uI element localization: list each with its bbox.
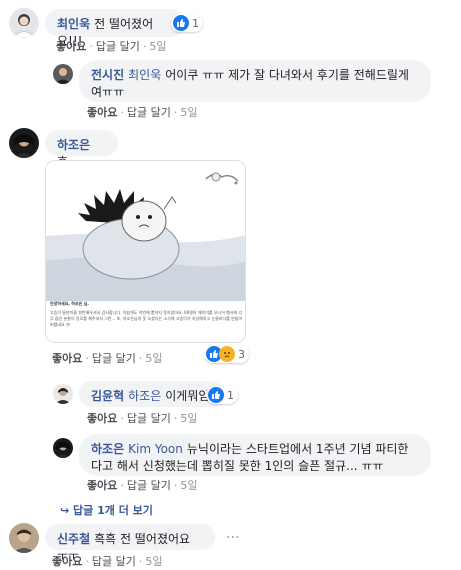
avatar[interactable] — [9, 128, 39, 158]
timestamp[interactable]: 5일 — [180, 412, 197, 425]
like-button[interactable]: 좋아요 — [87, 479, 117, 492]
like-button[interactable]: 좋아요 — [87, 412, 117, 425]
timestamp[interactable]: 5일 — [145, 555, 162, 568]
timestamp[interactable]: 5일 — [145, 352, 162, 365]
separator: · — [173, 479, 178, 492]
reply-button[interactable]: 답글 달기 — [127, 106, 171, 119]
reaction-count[interactable]: 3 — [204, 345, 249, 363]
separator: · — [120, 479, 124, 492]
image-caption: 안녕하세요, 하조은 님. 고슴이 들판마을 원반배우셔서 감사합니다. 아쉽게… — [50, 301, 243, 328]
like-button[interactable]: 좋아요 — [52, 555, 82, 568]
view-more-replies-link[interactable]: ↪ 답글 1개 더 보기 — [60, 502, 153, 518]
comment-author[interactable]: 최인욱 — [57, 17, 90, 31]
comment-text: 이게뭐임 — [165, 389, 210, 403]
separator: · — [85, 352, 89, 365]
hedgehog-illustration — [46, 161, 245, 301]
separator: · — [120, 412, 124, 425]
reply-button[interactable]: 답글 달기 — [127, 412, 171, 425]
sad-face-icon — [219, 346, 235, 362]
comment-bubble: 하조은 Kim Yoon 뉴닉이라는 스타트업에서 1주년 기념 파티한다고 해서 … — [79, 434, 431, 476]
reply-arrow-icon: ↪ — [60, 504, 74, 517]
reaction-count[interactable]: 1 — [171, 14, 203, 32]
like-icon — [208, 387, 224, 403]
comment-author[interactable]: 전시진 — [91, 68, 124, 82]
separator: · — [85, 555, 89, 568]
card-heading: 안녕하세요, 하조은 님. — [50, 301, 89, 306]
like-icon — [173, 15, 189, 31]
comment-bubble: 김윤혁 하조은 이게뭐임 — [79, 381, 224, 407]
mention-link[interactable]: Kim Yoon — [128, 442, 183, 456]
comment-author[interactable]: 하조은 — [91, 442, 124, 456]
comment-actions: 좋아요 · 답글 달기 · 5일 — [52, 553, 162, 569]
mention-link[interactable]: 최인욱 — [128, 68, 161, 82]
reply-button[interactable]: 답글 달기 — [92, 352, 136, 365]
comment-bubble: 최인욱 전 떨어졌어요!!! — [45, 9, 185, 48]
comment-actions: 좋아요 · 답글 달기 · 5일 — [56, 38, 166, 54]
reaction-count-label: 1 — [227, 388, 234, 402]
comment-actions: 좋아요 · 답글 달기 · 5일 — [87, 410, 197, 426]
comment-author[interactable]: 신주철 — [57, 532, 90, 546]
card-body: 고슴이 들판마을 원반배우셔서 감사합니다. 아쉽게도 이번에 뽑히지 못하셨어… — [50, 310, 243, 327]
like-button[interactable]: 좋아요 — [87, 106, 117, 119]
reaction-count[interactable]: 1 — [206, 386, 238, 404]
reaction-count-label: 3 — [238, 347, 245, 361]
separator: · — [138, 352, 143, 365]
comment-bubble: 전시진 최인욱 어이쿠 ㅠㅠ 제가 잘 다녀와서 후기를 전해드릴게여ㅠㅠ — [79, 60, 431, 102]
view-more-replies-label: 답글 1개 더 보기 — [73, 504, 153, 517]
reply-button[interactable]: 답글 달기 — [127, 479, 171, 492]
separator: · — [120, 106, 124, 119]
timestamp[interactable]: 5일 — [180, 479, 197, 492]
separator: · — [173, 412, 178, 425]
avatar[interactable] — [9, 523, 39, 553]
timestamp[interactable]: 5일 — [180, 106, 197, 119]
separator: · — [89, 40, 93, 53]
reply-button[interactable]: 답글 달기 — [92, 555, 136, 568]
reaction-count-label: 1 — [192, 16, 199, 30]
reply-button[interactable]: 답글 달기 — [96, 40, 140, 53]
timestamp[interactable]: 5일 — [149, 40, 166, 53]
avatar[interactable] — [53, 438, 73, 458]
comment-author[interactable]: 하조은 — [57, 138, 90, 152]
separator: · — [142, 40, 147, 53]
like-button[interactable]: 좋아요 — [52, 352, 82, 365]
separator: · — [138, 555, 143, 568]
comment-actions: 좋아요 · 답글 달기 · 5일 — [87, 477, 197, 493]
comment-actions: 좋아요 · 답글 달기 · 5일 — [52, 350, 162, 366]
separator: · — [173, 106, 178, 119]
mention-link[interactable]: 하조은 — [128, 389, 161, 403]
more-options-icon[interactable]: ··· — [226, 530, 239, 546]
comment-bubble: 하조은휴... — [45, 130, 118, 169]
attached-image-card[interactable]: 안녕하세요, 하조은 님. 고슴이 들판마을 원반배우셔서 감사합니다. 아쉽게… — [45, 160, 246, 343]
avatar[interactable] — [9, 8, 39, 38]
comment-actions: 좋아요 · 답글 달기 · 5일 — [87, 104, 197, 120]
like-button[interactable]: 좋아요 — [56, 40, 86, 53]
comment-bubble: 신주철 흑흑 전 떨어졌어요 ㅜㅜ — [45, 524, 215, 563]
avatar[interactable] — [53, 64, 73, 84]
avatar[interactable] — [53, 384, 73, 404]
comment-author[interactable]: 김윤혁 — [91, 389, 124, 403]
